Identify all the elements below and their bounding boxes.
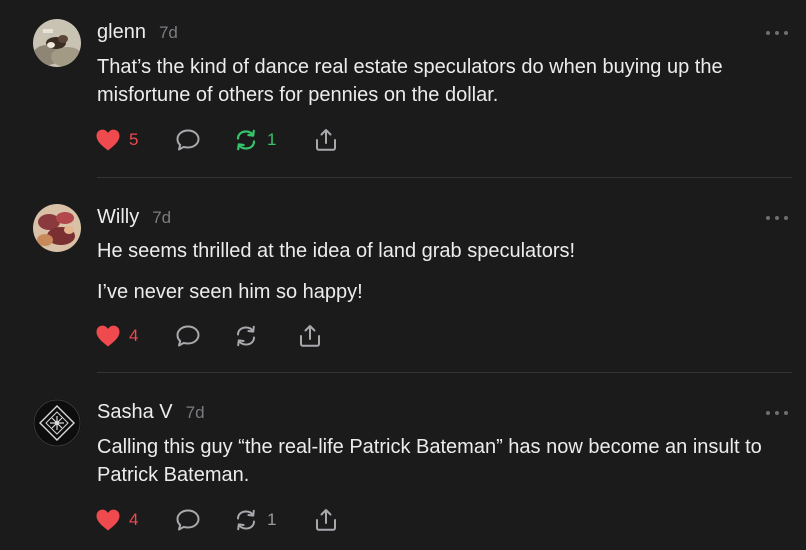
more-options-icon[interactable] [766,408,788,418]
reply-button[interactable] [175,128,233,152]
heart-icon [95,128,121,152]
comment-body: I’ve never seen him so happy! [97,278,797,306]
more-options-icon[interactable] [766,213,788,223]
comment-header: glenn 7d [97,21,178,47]
comment-paragraph: He seems thrilled at the idea of land gr… [97,240,576,262]
comment-paragraph: That’s the kind of dance real estate spe… [97,56,723,106]
comment-paragraph: I’ve never seen him so happy! [97,281,363,303]
comment-age[interactable]: 7d [152,208,171,228]
heart-icon [95,324,121,348]
author-name[interactable]: Willy [97,206,139,229]
comment-body: Calling this guy “the real-life Patrick … [97,433,797,489]
restack-icon [233,128,259,152]
share-icon [313,507,339,533]
comment-paragraph: Calling this guy “the real-life Patrick … [97,436,762,486]
comment-header: Willy 7d [97,206,171,232]
restack-button[interactable]: 1 [233,128,313,152]
restack-icon [233,324,259,348]
share-button[interactable] [313,127,339,153]
comment-age[interactable]: 7d [186,403,205,423]
like-button[interactable]: 4 [95,324,175,348]
comment-age[interactable]: 7d [159,23,178,43]
comment-divider [97,177,792,178]
comment-actions: 5 1 [95,126,339,154]
comment-header: Sasha V 7d [97,401,205,427]
comment-body: He seems thrilled at the idea of land gr… [97,237,797,265]
reply-button[interactable] [175,324,233,348]
comment-bubble-icon [175,508,201,532]
restack-icon [233,508,259,532]
like-count: 4 [129,510,139,529]
restack-count: 1 [267,130,277,149]
like-count: 5 [129,130,139,149]
comment-actions: 4 [95,322,323,350]
heart-icon [95,508,121,532]
share-button[interactable] [313,507,339,533]
author-name[interactable]: Sasha V [97,401,173,424]
restack-button[interactable]: 1 [233,508,313,532]
comment-divider [97,372,792,373]
like-count: 4 [129,326,139,345]
like-button[interactable]: 5 [95,128,175,152]
restack-button[interactable] [233,324,297,348]
avatar[interactable] [33,204,81,252]
restack-count: 1 [267,510,277,529]
avatar[interactable] [33,19,81,67]
avatar[interactable] [33,399,81,447]
comment-bubble-icon [175,324,201,348]
author-name[interactable]: glenn [97,21,146,44]
like-button[interactable]: 4 [95,508,175,532]
share-button[interactable] [297,323,323,349]
comment-bubble-icon [175,128,201,152]
comment-actions: 4 1 [95,506,339,534]
share-icon [297,323,323,349]
more-options-icon[interactable] [766,28,788,38]
share-icon [313,127,339,153]
comment-body: That’s the kind of dance real estate spe… [97,53,797,109]
reply-button[interactable] [175,508,233,532]
